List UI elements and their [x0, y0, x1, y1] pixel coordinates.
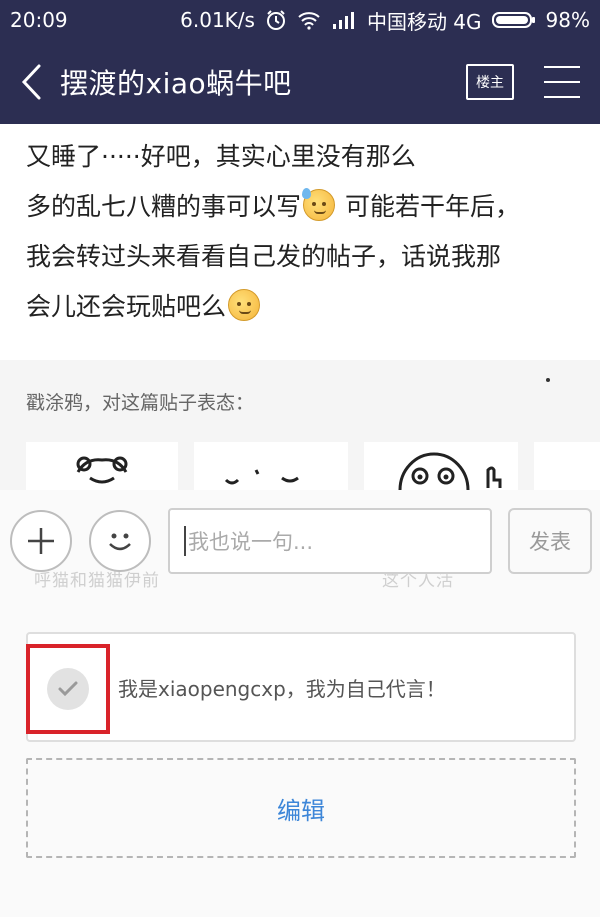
self-statement-checkbox[interactable] [26, 644, 110, 734]
comment-composer-overlay: 呼猫和猫猫伊前 这个人活 我也说一句... 发表 我是xiaopengcxp，我… [0, 490, 600, 917]
status-bar: 20:09 6.01K/s 中国移动 4G 98% [0, 0, 600, 40]
decor-dot [546, 378, 550, 382]
send-button[interactable]: 发表 [508, 508, 592, 574]
post-line: 我会转过头来看看自己发的帖子，话说我那 [26, 242, 502, 271]
self-statement-card: 我是xiaopengcxp，我为自己代言！ [26, 632, 576, 742]
plus-icon [28, 528, 54, 554]
check-icon [58, 681, 78, 697]
doodle-label: 戳涂鸦，对这篇贴子表态： [26, 392, 255, 414]
wifi-icon [297, 10, 321, 30]
doodle-sticker-3[interactable] [364, 442, 518, 490]
doodle-section: 戳涂鸦，对这篇贴子表态： [0, 360, 600, 490]
post-line: 又睡了·····好吧，其实心里没有那么 [26, 142, 416, 171]
sweat-face-emoji-icon [302, 188, 336, 221]
only-op-button[interactable]: 楼主 [466, 64, 514, 100]
smiley-icon [109, 533, 131, 551]
doodle-sticker-2[interactable] [194, 442, 348, 490]
comment-input[interactable]: 我也说一句... [168, 508, 492, 574]
alarm-icon [265, 9, 287, 31]
net-speed: 6.01K/s [180, 8, 255, 32]
comment-placeholder: 我也说一句... [188, 530, 314, 554]
chevron-left-icon [21, 64, 41, 100]
post-line: 多的乱七八糟的事可以写 可能若干年后， [26, 182, 574, 232]
doodle-sticker-1[interactable] [26, 442, 178, 490]
add-attachment-button[interactable] [10, 510, 72, 572]
ghost-doodle-caption: 呼猫和猫猫伊前 [34, 571, 160, 591]
doodle-sticker-4[interactable] [534, 442, 600, 490]
edit-button[interactable]: 编辑 [26, 758, 576, 858]
smug-face-emoji-icon [228, 289, 261, 321]
signal-icon [331, 10, 357, 30]
status-time: 20:09 [10, 8, 68, 32]
battery-percent: 98% [545, 8, 590, 32]
forum-title: 摆渡的xiao蜗牛吧 [60, 67, 292, 100]
battery-icon [491, 10, 536, 30]
post-line: 会儿还会玩贴吧么 [26, 282, 574, 332]
self-statement-text: 我是xiaopengcxp，我为自己代言！ [118, 676, 446, 701]
post-content: 又睡了·····好吧，其实心里没有那么 多的乱七八糟的事可以写 可能若干年后， … [0, 124, 600, 360]
nav-bar: 摆渡的xiao蜗牛吧 楼主 [0, 40, 600, 124]
menu-icon[interactable] [544, 66, 580, 98]
back-button[interactable] [6, 40, 56, 124]
carrier-label: 中国移动 4G [366, 9, 482, 34]
text-caret [184, 526, 186, 556]
emoji-button[interactable] [89, 510, 151, 572]
